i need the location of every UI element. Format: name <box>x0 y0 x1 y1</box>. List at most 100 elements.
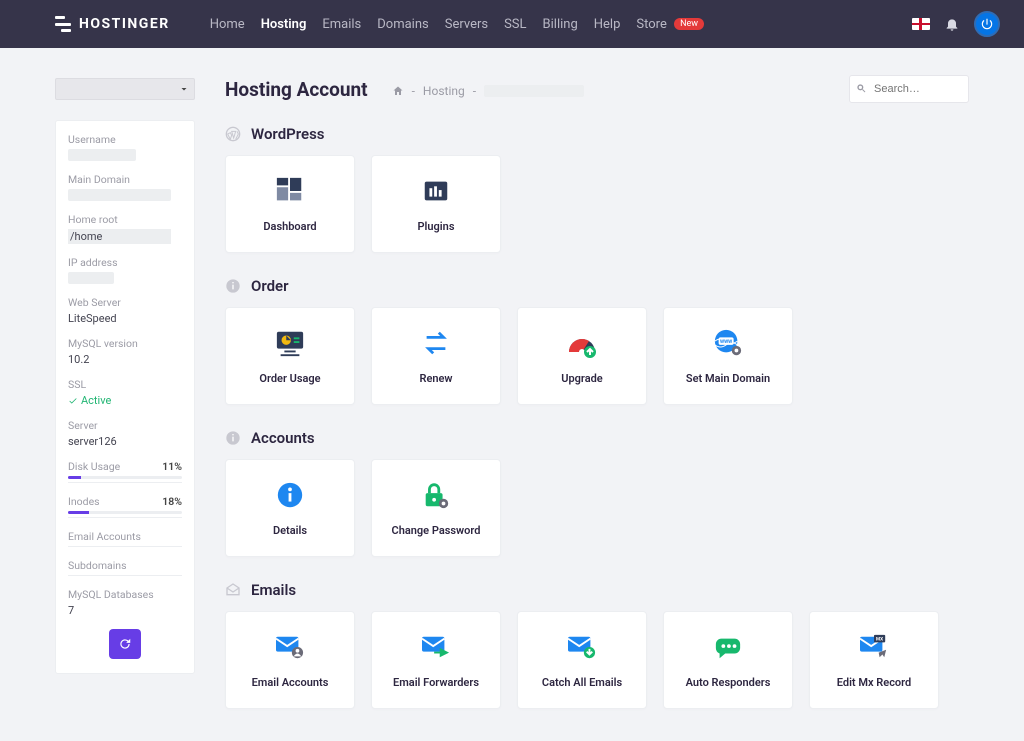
auto-responders-icon <box>711 632 745 662</box>
brand-logo[interactable]: HOSTINGER <box>55 16 170 32</box>
email-accounts-icon <box>273 632 307 662</box>
search-icon <box>856 83 867 94</box>
nav-right <box>912 11 1000 37</box>
nav-billing[interactable]: Billing <box>543 17 578 32</box>
nav-ssl[interactable]: SSL <box>504 17 526 32</box>
edit-mx-icon: MX <box>857 632 891 662</box>
card-renew[interactable]: Renew <box>371 307 501 405</box>
disk-progress <box>68 476 182 479</box>
power-icon <box>980 17 994 31</box>
nav-store[interactable]: Store New <box>636 17 704 32</box>
card-email-accounts[interactable]: Email Accounts <box>225 611 355 709</box>
card-edit-mx[interactable]: MX Edit Mx Record <box>809 611 939 709</box>
nav-domains[interactable]: Domains <box>377 17 428 32</box>
mail-open-icon <box>225 582 241 598</box>
label-home-root: Home root <box>68 213 182 226</box>
card-catch-all[interactable]: Catch All Emails <box>517 611 647 709</box>
upgrade-icon <box>565 328 599 358</box>
nav-emails[interactable]: Emails <box>322 17 361 32</box>
label-email-accounts: Email Accounts <box>68 530 182 543</box>
nav-help[interactable]: Help <box>594 17 621 32</box>
card-wp-plugins[interactable]: Plugins <box>371 155 501 253</box>
inodes-progress <box>68 511 182 514</box>
section-wordpress: WordPress Dashboard Plugins <box>225 125 969 253</box>
order-usage-icon <box>273 328 307 358</box>
account-select[interactable] <box>55 78 195 100</box>
value-mysql-db: 7 <box>68 604 182 617</box>
section-title: Emails <box>251 581 296 599</box>
refresh-button[interactable] <box>109 629 141 659</box>
breadcrumb: - Hosting - <box>392 84 584 98</box>
card-details[interactable]: Details <box>225 459 355 557</box>
check-icon <box>68 396 78 406</box>
card-upgrade[interactable]: Upgrade <box>517 307 647 405</box>
nav-hosting[interactable]: Hosting <box>261 17 307 32</box>
value-disk-pct: 11% <box>162 460 182 473</box>
page-header: Hosting Account - Hosting - <box>225 78 969 101</box>
account-menu[interactable] <box>974 11 1000 37</box>
notifications-icon[interactable] <box>944 16 960 32</box>
card-order-usage[interactable]: Order Usage <box>225 307 355 405</box>
nav-home[interactable]: Home <box>210 17 245 32</box>
main: Hosting Account - Hosting - WordPress <box>225 78 969 733</box>
value-username <box>68 149 136 161</box>
label-mysql-db: MySQL Databases <box>68 588 182 601</box>
section-order: Order Order Usage Renew <box>225 277 969 405</box>
renew-icon <box>419 328 453 358</box>
section-accounts: Accounts Details Change Password <box>225 429 969 557</box>
value-mysql: 10.2 <box>68 353 182 366</box>
section-emails: Emails Email Accounts Email Forwarders <box>225 581 969 709</box>
page-title: Hosting Account <box>225 78 368 101</box>
card-email-forwarders[interactable]: Email Forwarders <box>371 611 501 709</box>
label-inodes: Inodes <box>68 495 100 508</box>
nav-servers[interactable]: Servers <box>445 17 488 32</box>
card-set-main-domain[interactable]: WWW Set Main Domain <box>663 307 793 405</box>
catch-all-icon <box>565 632 599 662</box>
value-inodes-pct: 18% <box>162 495 182 508</box>
search-wrap <box>849 75 969 103</box>
value-ip <box>68 272 114 284</box>
email-forwarders-icon <box>419 632 453 662</box>
card-change-password[interactable]: Change Password <box>371 459 501 557</box>
value-ssl: Active <box>68 394 182 407</box>
chevron-down-icon <box>178 83 190 95</box>
plugins-icon <box>419 176 453 206</box>
top-nav: HOSTINGER Home Hosting Emails Domains Se… <box>0 0 1024 48</box>
crumb-current <box>484 85 584 97</box>
refresh-icon <box>118 637 132 651</box>
change-password-icon <box>419 480 453 510</box>
crumb-hosting[interactable]: Hosting <box>423 84 465 98</box>
account-info-card: Username Main Domain Home root /home IP … <box>55 120 195 674</box>
value-server: server126 <box>68 435 182 448</box>
label-main-domain: Main Domain <box>68 173 182 186</box>
nav-links: Home Hosting Emails Domains Servers SSL … <box>210 17 704 32</box>
value-main-domain <box>68 189 171 201</box>
label-mysql: MySQL version <box>68 337 182 350</box>
main-domain-icon: WWW <box>711 328 745 358</box>
new-badge: New <box>674 18 704 30</box>
svg-text:WWW: WWW <box>720 339 733 345</box>
value-web-server: LiteSpeed <box>68 312 182 325</box>
info-icon <box>225 430 241 446</box>
search-input[interactable] <box>849 75 969 103</box>
value-home-root: /home <box>68 229 171 244</box>
logo-icon <box>55 16 71 32</box>
info-icon <box>225 278 241 294</box>
label-web-server: Web Server <box>68 296 182 309</box>
label-ip: IP address <box>68 256 182 269</box>
sidebar: Username Main Domain Home root /home IP … <box>55 78 195 674</box>
section-title: Order <box>251 277 289 295</box>
details-icon <box>273 480 307 510</box>
label-server: Server <box>68 419 182 432</box>
home-icon[interactable] <box>392 85 404 97</box>
svg-text:MX: MX <box>876 636 883 642</box>
label-username: Username <box>68 133 182 146</box>
section-title: WordPress <box>251 125 325 143</box>
wordpress-icon <box>225 126 241 142</box>
card-auto-responders[interactable]: Auto Responders <box>663 611 793 709</box>
label-disk: Disk Usage <box>68 460 120 473</box>
brand-name: HOSTINGER <box>79 16 170 32</box>
locale-flag[interactable] <box>912 18 930 30</box>
section-title: Accounts <box>251 429 315 447</box>
card-wp-dashboard[interactable]: Dashboard <box>225 155 355 253</box>
